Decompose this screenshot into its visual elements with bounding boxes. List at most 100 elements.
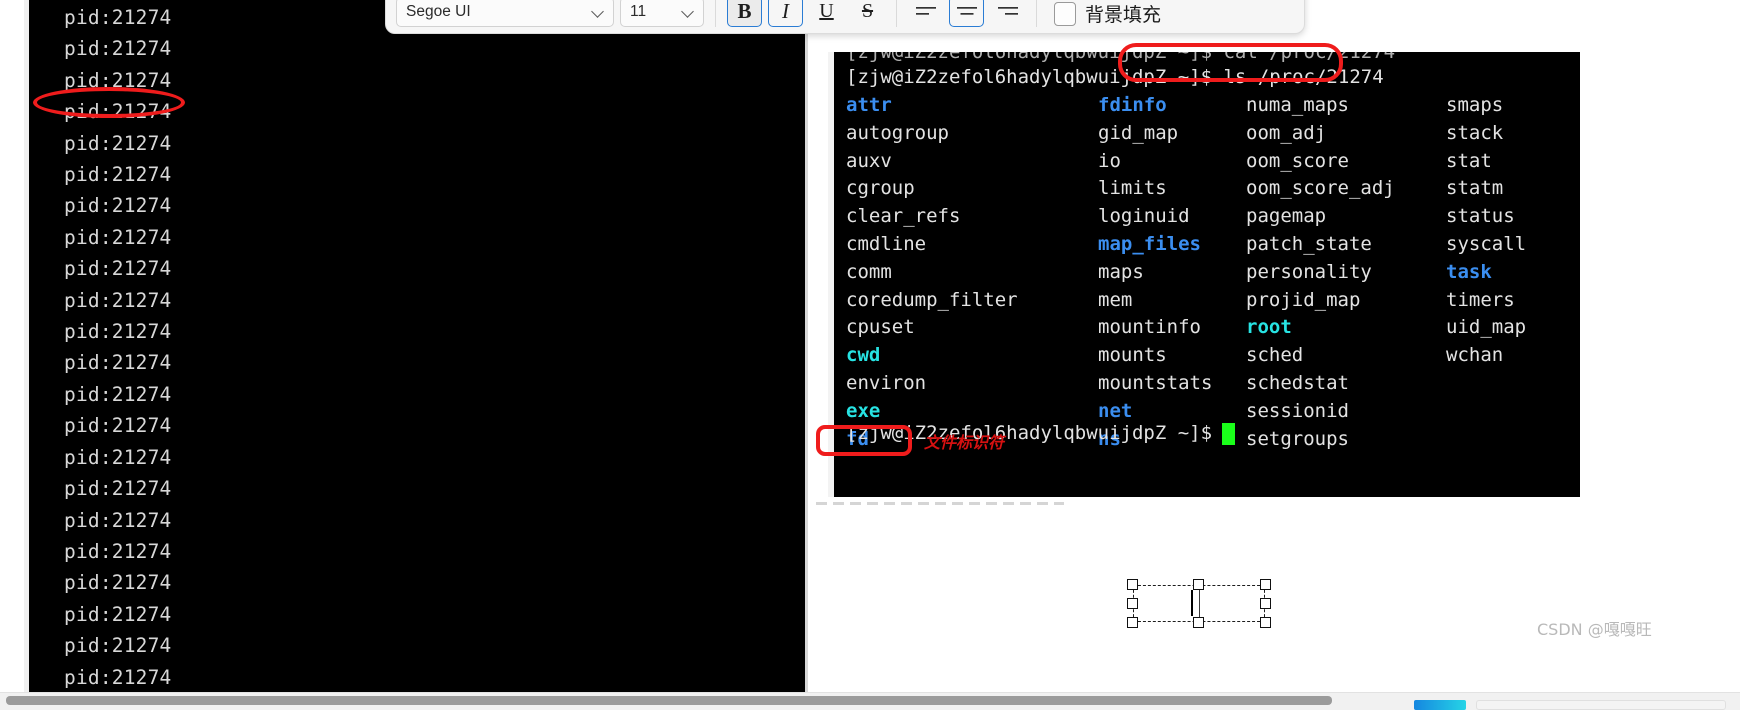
- resize-handle-s[interactable]: [1193, 617, 1204, 628]
- pid-line: pid:21274: [64, 257, 172, 281]
- background-fill-checkbox[interactable]: [1054, 1, 1076, 26]
- proc-entry: projid_map: [1246, 288, 1361, 311]
- proc-entry: maps: [1098, 260, 1144, 283]
- proc-entry: oom_score: [1246, 149, 1349, 172]
- resize-handle-se[interactable]: [1260, 617, 1271, 628]
- pid-line: pid:21274: [64, 571, 172, 595]
- pid-line: pid:21274: [64, 225, 172, 249]
- toolbar-divider: [896, 0, 897, 27]
- align-right-icon: [997, 6, 1018, 15]
- italic-icon: I: [782, 0, 789, 23]
- proc-entry: setgroups: [1246, 427, 1349, 450]
- font-size-value: 11: [630, 3, 647, 20]
- pid-line: pid:21274: [64, 382, 172, 406]
- right-gutter: [1580, 0, 1740, 692]
- bold-button[interactable]: B: [727, 0, 762, 27]
- proc-listing-column: numa_maps oom_adj oom_score oom_score_adj pa…: [1246, 92, 1446, 453]
- chevron-down-icon: [682, 6, 694, 18]
- pid-line: pid:21274: [64, 602, 172, 626]
- underline-icon: U: [819, 0, 834, 22]
- proc-entry: patch_state: [1246, 232, 1372, 255]
- bold-icon: B: [737, 0, 752, 23]
- strikethrough-button[interactable]: S: [850, 0, 885, 27]
- proc-entry: task: [1446, 260, 1492, 283]
- proc-entry: attr: [846, 94, 892, 116]
- taskbar-item[interactable]: [1476, 700, 1726, 710]
- proc-entry: syscall: [1446, 232, 1527, 255]
- resize-handle-e[interactable]: [1260, 597, 1271, 609]
- toolbar-divider: [715, 0, 716, 27]
- selection-box[interactable]: [1127, 579, 1271, 628]
- proc-entry: status: [1446, 205, 1515, 228]
- taskbar-item-accent[interactable]: [1414, 700, 1466, 710]
- toolbar-divider: [1036, 0, 1037, 27]
- align-left-button[interactable]: [908, 0, 943, 27]
- underline-button[interactable]: U: [809, 0, 844, 27]
- proc-terminal-prompt: [zjw@iZ2zefol6hadylqbwuijdpZ ~]$: [846, 420, 1236, 448]
- align-center-icon: [956, 6, 977, 15]
- chevron-down-icon: [592, 6, 604, 18]
- text-caret: [1191, 590, 1193, 616]
- proc-entry: stat: [1446, 149, 1492, 172]
- left-terminal-pane[interactable]: pid:21274 pid:21274 pid:21274 pid:21274 pid:…: [24, 0, 808, 692]
- resize-handle-w[interactable]: [1127, 597, 1138, 609]
- align-center-button[interactable]: [949, 0, 984, 27]
- proc-entry: sched: [1246, 344, 1304, 367]
- proc-entry: environ: [846, 371, 927, 394]
- left-terminal-edge: [24, 0, 29, 692]
- resize-handle-sw[interactable]: [1127, 617, 1138, 628]
- proc-entry: sessionid: [1246, 399, 1349, 422]
- proc-entry: pagemap: [1246, 205, 1327, 228]
- font-name-select[interactable]: Segoe UI: [396, 0, 614, 27]
- proc-entry: cwd: [846, 344, 881, 367]
- proc-entry: cmdline: [846, 232, 927, 255]
- align-right-button[interactable]: [990, 0, 1025, 27]
- proc-entry: limits: [1098, 177, 1167, 200]
- proc-entry: oom_score_adj: [1246, 177, 1395, 200]
- pid-line: pid:21274: [64, 6, 172, 29]
- horizontal-scrollbar-thumb[interactable]: [6, 696, 1332, 705]
- background-fill-label: 背景填充: [1085, 4, 1162, 26]
- pid-line: pid:21274: [64, 445, 172, 469]
- proc-entry: mountinfo: [1098, 316, 1201, 339]
- proc-entry: auxv: [846, 149, 892, 172]
- proc-entry: coredump_filter: [846, 288, 1018, 311]
- proc-entry: fdinfo: [1098, 94, 1167, 116]
- resize-handle-nw[interactable]: [1127, 579, 1138, 590]
- pid-line: pid:21274: [64, 131, 172, 155]
- proc-entry: statm: [1446, 177, 1504, 200]
- pid-line: pid:21274: [64, 288, 172, 312]
- resize-handle-n[interactable]: [1193, 579, 1204, 590]
- proc-terminal-edge: [828, 52, 834, 497]
- italic-button[interactable]: I: [768, 0, 803, 27]
- pid-line: pid:21274: [64, 665, 172, 689]
- resize-handle-ne[interactable]: [1260, 579, 1271, 590]
- pid-line: pid:21274: [64, 320, 172, 344]
- proc-entry: timers: [1446, 288, 1515, 311]
- formatting-toolbar[interactable]: Segoe UI 11 B I U S 背景填充: [385, 0, 1305, 34]
- pid-line: pid:21274: [64, 163, 172, 187]
- proc-entry: schedstat: [1246, 371, 1349, 394]
- pid-line: pid:21274: [64, 414, 172, 438]
- proc-entry: autogroup: [846, 121, 949, 144]
- font-size-select[interactable]: 11: [620, 0, 704, 27]
- strikethrough-icon: S: [861, 0, 874, 22]
- proc-listing-columns: attr autogroup auxv cgroup clear_refs cmdline…: [846, 92, 1580, 453]
- proc-entry: loginuid: [1098, 205, 1190, 228]
- pid-output-list: pid:21274 pid:21274 pid:21274 pid:21274 pid:…: [64, 2, 171, 692]
- proc-entry: root: [1246, 316, 1292, 339]
- proc-terminal-prompt-text: [zjw@iZ2zefol6hadylqbwuijdpZ ~]$: [846, 422, 1213, 444]
- proc-entry: io: [1098, 149, 1121, 172]
- proc-entry: wchan: [1446, 344, 1504, 367]
- proc-entry: uid_map: [1446, 316, 1527, 339]
- pid-line: pid:21274: [64, 539, 172, 563]
- pid-line: pid:21274: [64, 477, 172, 501]
- proc-listing-column: fdinfo gid_map io limits loginuid map_files ma…: [1098, 92, 1246, 453]
- proc-entry: mountstats: [1098, 371, 1213, 394]
- proc-listing-column: attr autogroup auxv cgroup clear_refs cmdline…: [846, 92, 1098, 453]
- background-fill-option[interactable]: 背景填充: [1054, 0, 1161, 27]
- csdn-watermark: CSDN @嘎嘎旺: [1537, 620, 1652, 639]
- proc-entry: map_files: [1098, 232, 1201, 255]
- pid-line: pid:21274: [64, 194, 172, 218]
- pid-line: pid:21274: [64, 634, 172, 658]
